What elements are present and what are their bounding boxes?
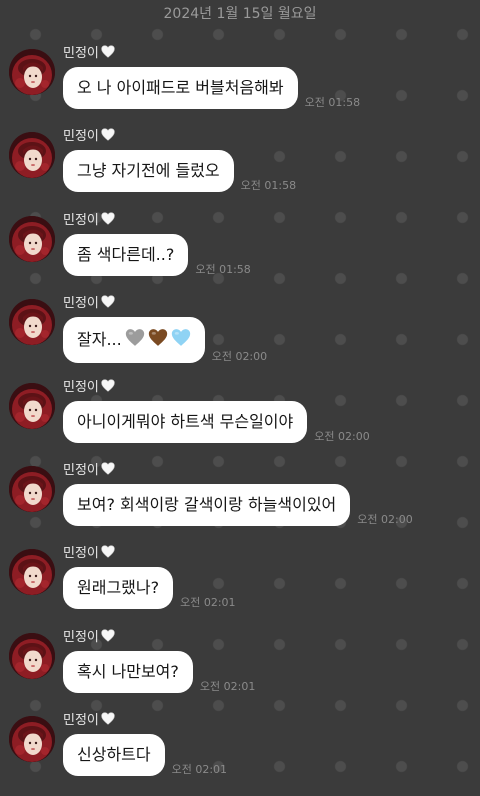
sender-avatar[interactable] bbox=[9, 299, 55, 346]
white-heart-icon bbox=[101, 378, 115, 397]
brown-heart-icon bbox=[148, 328, 168, 352]
message-group: 민정이잘자... 오전 02:00 bbox=[0, 295, 480, 379]
message-bubble[interactable]: 아니이게뭐야 하트색 무슨일이야 bbox=[63, 400, 308, 443]
sender-avatar[interactable] bbox=[9, 382, 55, 429]
sender-name: 민정이 bbox=[63, 296, 99, 312]
sender-label: 민정이 bbox=[63, 45, 115, 63]
white-heart-icon bbox=[101, 545, 115, 563]
sender-avatar[interactable] bbox=[9, 549, 55, 596]
sender-label: 민정이 bbox=[63, 295, 115, 313]
message-bubble[interactable]: 오 나 아이패드로 버블처음해봐 bbox=[63, 67, 298, 109]
white-heart-icon bbox=[101, 128, 115, 146]
white-heart-icon bbox=[101, 712, 115, 730]
white-heart-icon bbox=[101, 295, 115, 313]
sender-name: 민정이 bbox=[63, 546, 99, 562]
sender-label: 민정이 bbox=[63, 378, 115, 397]
message-text: 보여? 회색이랑 갈색이랑 하늘색이있어 bbox=[77, 495, 337, 514]
sender-name: 민정이 bbox=[63, 629, 99, 645]
message-text: 좀 색다른데..? bbox=[77, 244, 175, 264]
message-bubble[interactable]: 좀 색다른데..? bbox=[63, 233, 189, 276]
sender-avatar[interactable] bbox=[9, 466, 55, 512]
bubble-row: 아니이게뭐야 하트색 무슨일이야오전 02:00 bbox=[63, 400, 370, 443]
message-timestamp: 오전 02:00 bbox=[211, 350, 268, 364]
message-text: 그냥 자기전에 들렀오 bbox=[77, 161, 220, 181]
bubble-row: 신상하트다오전 02:01 bbox=[63, 734, 228, 777]
sender-label: 민정이 bbox=[63, 629, 115, 647]
message-bubble[interactable]: 혹시 나만보여? bbox=[63, 650, 193, 693]
sender-avatar[interactable] bbox=[9, 132, 55, 179]
bubble-row: 혹시 나만보여? 오전 02:01 bbox=[63, 650, 256, 693]
white-heart-icon bbox=[101, 629, 115, 647]
grey-heart-icon bbox=[125, 328, 145, 352]
white-heart-icon bbox=[101, 212, 115, 230]
bubble-row: 보여? 회색이랑 갈색이랑 하늘색이있어오전 02:00 bbox=[63, 484, 413, 526]
sender-avatar[interactable] bbox=[9, 215, 55, 262]
sender-label: 민정이 bbox=[63, 128, 115, 146]
sender-label: 민정이 bbox=[63, 712, 115, 730]
light-blue-heart-icon bbox=[171, 328, 191, 352]
date-header: 2024년 1월 15일 월요일 bbox=[163, 6, 317, 22]
message-group: 민정이오 나 아이패드로 버블처음해봐오전 01:58 bbox=[0, 45, 480, 129]
message-timestamp: 오전 01:58 bbox=[195, 262, 251, 276]
sender-label: 민정이 bbox=[63, 212, 115, 230]
sender-avatar[interactable] bbox=[9, 716, 55, 763]
sender-avatar[interactable] bbox=[9, 49, 55, 95]
sender-name: 민정이 bbox=[63, 46, 99, 61]
bubble-row: 그냥 자기전에 들렀오오전 01:58 bbox=[63, 150, 297, 193]
message-bubble[interactable]: 그냥 자기전에 들렀오 bbox=[63, 150, 234, 193]
message-bubble[interactable]: 신상하트다 bbox=[63, 734, 165, 777]
message-timestamp: 오전 01:58 bbox=[304, 96, 361, 109]
message-timestamp: 오전 02:01 bbox=[199, 679, 256, 693]
message-text: 잘자... bbox=[77, 330, 122, 350]
bubble-row: 잘자... 오전 02:00 bbox=[63, 317, 268, 364]
white-heart-icon bbox=[101, 45, 115, 63]
message-group: 민정이신상하트다오전 02:01 bbox=[0, 712, 480, 796]
message-group: 민정이원래그랬나? 오전 02:01 bbox=[0, 545, 480, 629]
message-text: 오 나 아이패드로 버블처음해봐 bbox=[77, 78, 284, 97]
sender-name: 민정이 bbox=[63, 463, 99, 478]
message-group: 민정이혹시 나만보여? 오전 02:01 bbox=[0, 629, 480, 713]
bubble-row: 원래그랬나? 오전 02:01 bbox=[63, 567, 236, 610]
sender-name: 민정이 bbox=[63, 129, 99, 145]
message-group: 민정이그냥 자기전에 들렀오오전 01:58 bbox=[0, 128, 480, 212]
message-bubble[interactable]: 잘자... bbox=[63, 317, 205, 364]
message-group: 민정이아니이게뭐야 하트색 무슨일이야오전 02:00 bbox=[0, 378, 480, 463]
bubble-row: 좀 색다른데..? 오전 01:58 bbox=[63, 233, 251, 276]
sender-label: 민정이 bbox=[63, 545, 115, 563]
message-text: 혹시 나만보여? bbox=[77, 661, 179, 681]
sender-avatar[interactable] bbox=[9, 632, 55, 679]
message-timestamp: 오전 02:00 bbox=[357, 513, 413, 526]
sender-name: 민정이 bbox=[63, 713, 99, 729]
message-timestamp: 오전 02:01 bbox=[171, 763, 228, 777]
message-timestamp: 오전 02:00 bbox=[314, 429, 370, 443]
message-bubble[interactable]: 보여? 회색이랑 갈색이랑 하늘색이있어 bbox=[63, 484, 351, 526]
sender-name: 민정이 bbox=[63, 379, 99, 395]
sender-label: 민정이 bbox=[63, 462, 115, 480]
message-text: 신상하트다 bbox=[77, 745, 151, 765]
message-bubble[interactable]: 원래그랬나? bbox=[63, 567, 174, 610]
message-timestamp: 오전 02:01 bbox=[180, 596, 236, 610]
message-group: 민정이좀 색다른데..? 오전 01:58 bbox=[0, 212, 480, 296]
message-text: 원래그랬나? bbox=[77, 578, 160, 598]
message-timestamp: 오전 01:58 bbox=[240, 179, 297, 193]
white-heart-icon bbox=[101, 462, 115, 480]
message-text: 아니이게뭐야 하트색 무슨일이야 bbox=[77, 411, 294, 431]
bubble-row: 오 나 아이패드로 버블처음해봐오전 01:58 bbox=[63, 67, 360, 109]
message-group: 민정이보여? 회색이랑 갈색이랑 하늘색이있어오전 02:00 bbox=[0, 462, 480, 546]
sender-name: 민정이 bbox=[63, 212, 99, 228]
